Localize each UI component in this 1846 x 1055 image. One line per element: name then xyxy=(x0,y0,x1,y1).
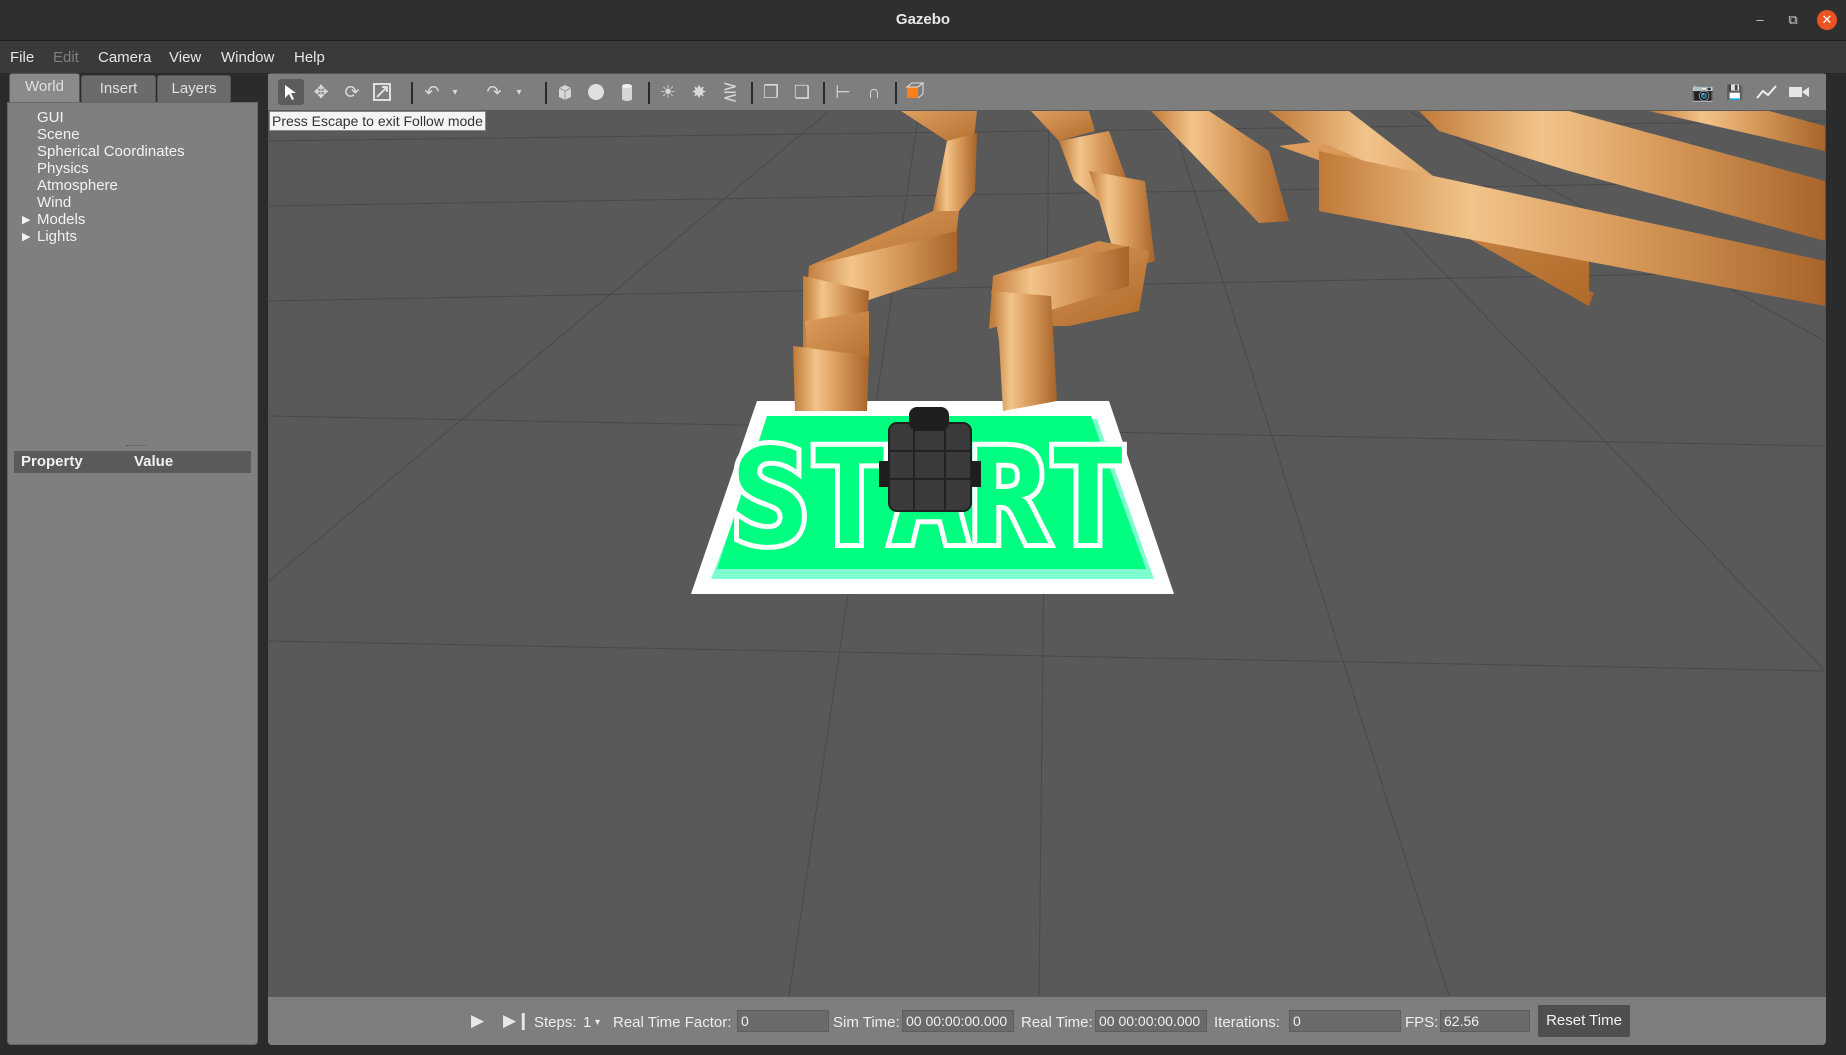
select-arrow-icon[interactable] xyxy=(278,79,304,105)
change-view-icon[interactable] xyxy=(902,79,928,105)
real-time-label: Real Time: xyxy=(1021,1014,1093,1031)
tree-item-spherical-coordinates[interactable]: Spherical Coordinates xyxy=(37,143,185,160)
sim-time-field: 00 00:00:00.000 xyxy=(902,1010,1014,1032)
plot-icon[interactable] xyxy=(1754,79,1780,105)
screenshot-camera-icon[interactable]: 📷 xyxy=(1690,79,1716,105)
fps-label: FPS: xyxy=(1405,1014,1439,1031)
scene-render: START START xyxy=(269,111,1825,996)
directional-light-icon[interactable]: ⋛ xyxy=(717,79,743,105)
world-panel: GUI Scene Spherical Coordinates Physics … xyxy=(7,102,258,1045)
panel-splitter[interactable] xyxy=(126,445,146,447)
follow-mode-hint: Press Escape to exit Follow mode xyxy=(269,111,486,131)
sim-status-bar: ▶ ▶❙ Steps: 1 ▾ Real Time Factor: 0 Sim … xyxy=(268,996,1826,1045)
redo-history-icon[interactable]: ▾ xyxy=(512,79,526,105)
menu-edit: Edit xyxy=(53,49,79,66)
restore-icon[interactable]: ⧉ xyxy=(1783,10,1803,30)
video-record-icon[interactable] xyxy=(1786,79,1812,105)
tree-item-gui[interactable]: GUI xyxy=(37,109,64,126)
menu-bar: File Edit Camera View Window Help xyxy=(0,41,1846,73)
menu-help[interactable]: Help xyxy=(294,49,325,66)
redo-icon[interactable]: ↷ xyxy=(481,79,507,105)
snap-magnet-icon[interactable]: ∩ xyxy=(861,79,887,105)
step-icon[interactable]: ▶❙ xyxy=(503,1011,530,1031)
tab-world[interactable]: World xyxy=(9,73,80,103)
box-shape-icon[interactable] xyxy=(552,79,578,105)
main-toolbar: ✥ ⟳ ↶ ▾ ↷ ▾ ☀ ✸ ⋛ ❐ ❏ ⊢ ∩ 📷 💾 xyxy=(268,74,1826,111)
3d-viewport[interactable]: START START xyxy=(269,111,1825,996)
log-icon[interactable]: 💾 xyxy=(1722,79,1748,105)
expand-arrow-icon[interactable]: ▶ xyxy=(22,213,30,226)
menu-camera[interactable]: Camera xyxy=(98,49,151,66)
tree-item-models[interactable]: Models xyxy=(37,211,85,228)
menu-view[interactable]: View xyxy=(169,49,201,66)
steps-value[interactable]: 1 xyxy=(583,1014,591,1031)
minimize-icon[interactable]: – xyxy=(1750,10,1770,30)
undo-history-icon[interactable]: ▾ xyxy=(448,79,462,105)
tree-item-physics[interactable]: Physics xyxy=(37,160,89,177)
scale-icon[interactable] xyxy=(369,79,395,105)
left-tabs: World Insert Layers xyxy=(7,73,258,103)
property-table-header: Property Value xyxy=(14,451,251,473)
steps-dropdown-icon[interactable]: ▾ xyxy=(595,1017,600,1028)
iterations-field: 0 xyxy=(1289,1010,1401,1032)
paste-icon[interactable]: ❏ xyxy=(789,79,815,105)
title-bar: Gazebo – ⧉ ✕ xyxy=(0,0,1846,41)
real-time-factor-label: Real Time Factor: xyxy=(613,1014,732,1031)
real-time-factor-field: 0 xyxy=(737,1010,829,1032)
real-time-field: 00 00:00:00.000 xyxy=(1095,1010,1207,1032)
align-icon[interactable]: ⊢ xyxy=(830,79,856,105)
copy-icon[interactable]: ❐ xyxy=(758,79,784,105)
sphere-shape-icon[interactable] xyxy=(583,79,609,105)
tree-item-scene[interactable]: Scene xyxy=(37,126,80,143)
property-column-header: Property xyxy=(21,453,83,470)
tree-item-wind[interactable]: Wind xyxy=(37,194,71,211)
menu-file[interactable]: File xyxy=(10,49,34,66)
undo-icon[interactable]: ↶ xyxy=(419,79,445,105)
cylinder-shape-icon[interactable] xyxy=(614,79,640,105)
rotate-icon[interactable]: ⟳ xyxy=(339,79,365,105)
expand-arrow-icon[interactable]: ▶ xyxy=(22,230,30,243)
sim-time-label: Sim Time: xyxy=(833,1014,900,1031)
tab-layers[interactable]: Layers xyxy=(157,75,231,103)
point-light-icon[interactable]: ☀ xyxy=(655,79,681,105)
window-title: Gazebo xyxy=(895,11,951,28)
menu-window[interactable]: Window xyxy=(221,49,274,66)
tree-item-lights[interactable]: Lights xyxy=(37,228,77,245)
robot-model xyxy=(879,407,981,512)
steps-label: Steps: xyxy=(534,1014,577,1031)
iterations-label: Iterations: xyxy=(1214,1014,1280,1031)
fps-field: 62.56 xyxy=(1440,1010,1530,1032)
close-icon[interactable]: ✕ xyxy=(1817,10,1837,30)
translate-icon[interactable]: ✥ xyxy=(308,79,334,105)
value-column-header: Value xyxy=(134,453,174,470)
play-icon[interactable]: ▶ xyxy=(471,1011,484,1031)
tab-insert[interactable]: Insert xyxy=(81,75,156,103)
tree-item-atmosphere[interactable]: Atmosphere xyxy=(37,177,118,194)
left-panel: World Insert Layers GUI Scene Spherical … xyxy=(7,73,258,1045)
reset-time-button[interactable]: Reset Time xyxy=(1538,1005,1630,1037)
spot-light-icon[interactable]: ✸ xyxy=(686,79,712,105)
